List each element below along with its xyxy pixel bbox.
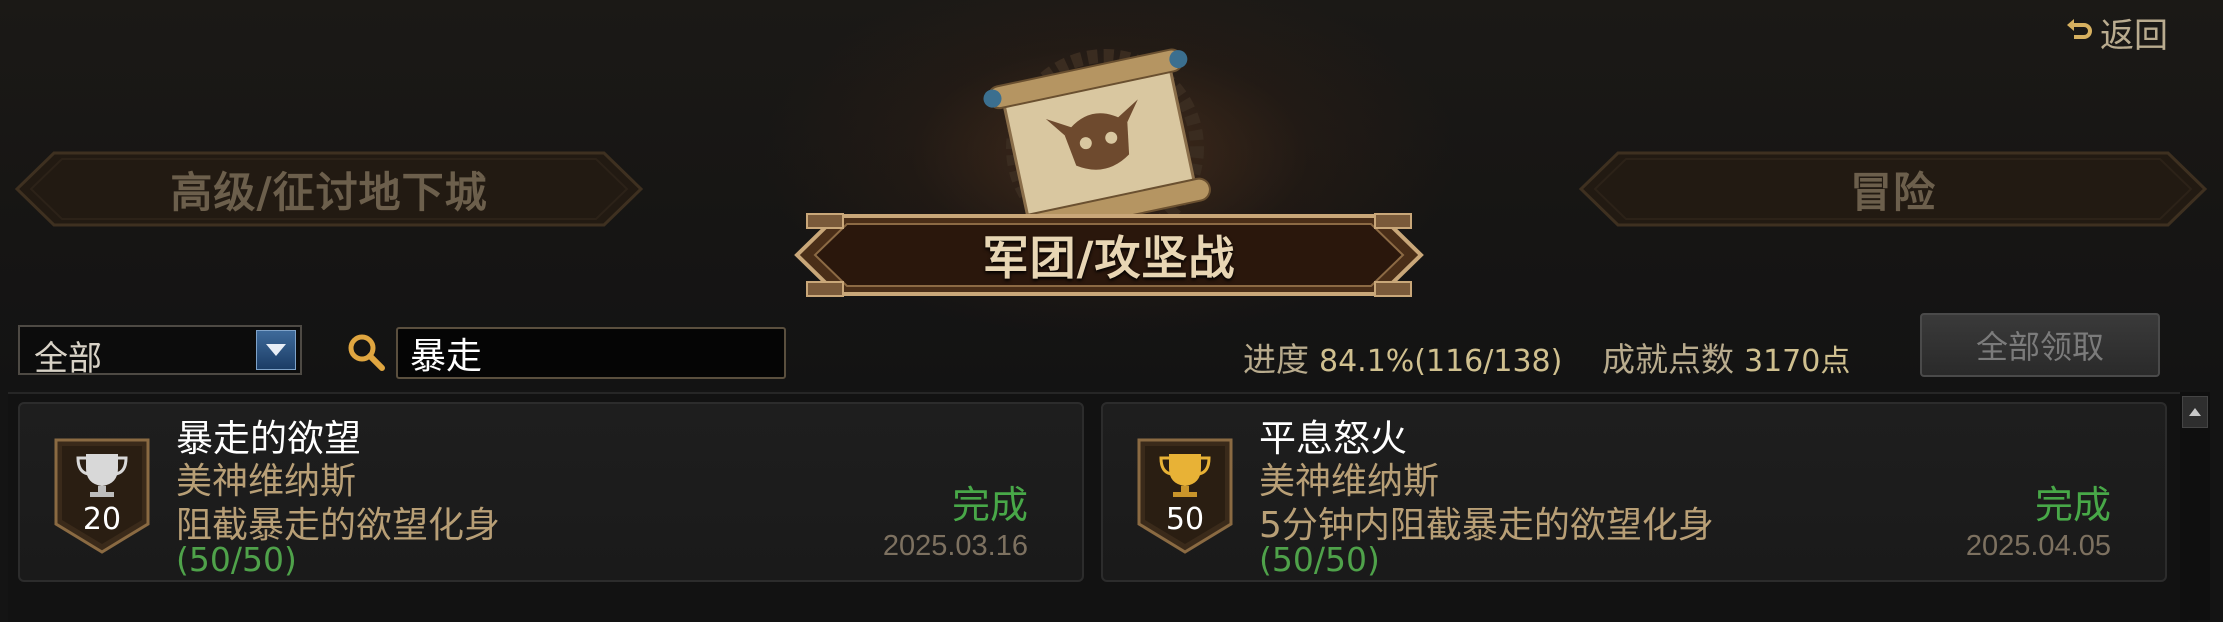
achievement-card[interactable]: 50 平息怒火 美神维纳斯 5分钟内阻截暴走的欲望化身 (50/50) 完成 2… <box>1101 402 2167 582</box>
achievement-status: 完成 <box>951 483 1028 527</box>
achievement-list: 20 暴走的欲望 美神维纳斯 阻截暴走的欲望化身 (50/50) 完成 2025… <box>8 392 2188 622</box>
tab-left-label: 高级/征讨地下城 <box>170 167 488 217</box>
search-icon[interactable] <box>346 332 386 372</box>
tab-adventure[interactable]: 冒险 <box>1578 150 2208 228</box>
points-value: 3170点 <box>1744 344 1851 379</box>
achievement-progress: (50/50) <box>176 540 297 579</box>
achievement-status: 完成 <box>2034 483 2111 527</box>
return-arrow-icon <box>2067 19 2092 39</box>
list-scrollbar[interactable] <box>2180 392 2210 620</box>
back-label: 返回 <box>2100 15 2168 56</box>
tab-legion-raid[interactable]: 军团/攻坚战 <box>793 200 1425 310</box>
achievement-card[interactable]: 20 暴走的欲望 美神维纳斯 阻截暴走的欲望化身 (50/50) 完成 2025… <box>18 402 1084 582</box>
chevron-down-icon[interactable] <box>256 330 296 370</box>
search-input[interactable] <box>396 327 786 379</box>
arrow-up-icon <box>2189 408 2201 416</box>
category-selected: 全部 <box>34 339 102 379</box>
category-dropdown[interactable]: 全部 <box>18 325 302 379</box>
progress-value: 84.1%(116/138) <box>1319 344 1563 379</box>
scroll-up-button[interactable] <box>2182 396 2208 428</box>
points-summary: 成就点数 3170点 <box>1602 333 1850 381</box>
progress-label: 进度 <box>1243 340 1309 379</box>
claim-all-button[interactable]: 全部领取 <box>1920 313 2160 377</box>
achievement-progress: (50/50) <box>1259 540 1380 579</box>
tab-center-label: 军团/攻坚战 <box>982 231 1236 285</box>
achievement-date: 2025.04.05 <box>1965 530 2111 562</box>
points-label: 成就点数 <box>1602 340 1734 379</box>
back-button[interactable]: 返回 <box>2064 10 2168 56</box>
badge-points: 50 <box>1165 502 1205 537</box>
achievement-badge: 50 <box>1137 438 1233 558</box>
tab-advanced-dungeon[interactable]: 高级/征讨地下城 <box>14 150 644 228</box>
badge-points: 20 <box>82 502 122 537</box>
achievement-badge: 20 <box>54 438 150 558</box>
achievement-date: 2025.03.16 <box>882 530 1028 562</box>
tab-right-label: 冒险 <box>1849 167 1936 217</box>
progress-summary: 进度 84.1%(116/138) <box>1243 333 1562 381</box>
